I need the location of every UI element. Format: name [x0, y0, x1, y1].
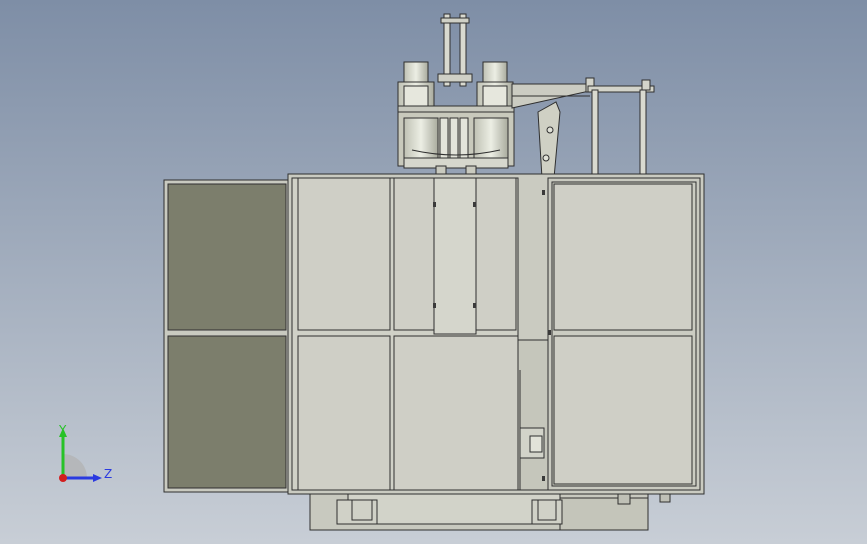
z-axis-label: Z: [104, 467, 113, 481]
triad-quarter-disc: [63, 454, 87, 478]
left-door: [163, 179, 293, 493]
machine-base: [309, 493, 671, 531]
triad-graphic: [59, 428, 102, 482]
z-arrowhead-icon: [93, 474, 102, 482]
press-head: [397, 105, 515, 177]
x-axis-origin-icon: [59, 474, 67, 482]
main-cabinet: [287, 173, 705, 495]
y-axis-label: Y: [59, 423, 67, 437]
machine-model-view[interactable]: [0, 0, 867, 544]
graphics-viewport[interactable]: Y Z: [0, 0, 867, 544]
orientation-triad[interactable]: Y Z: [44, 420, 124, 496]
